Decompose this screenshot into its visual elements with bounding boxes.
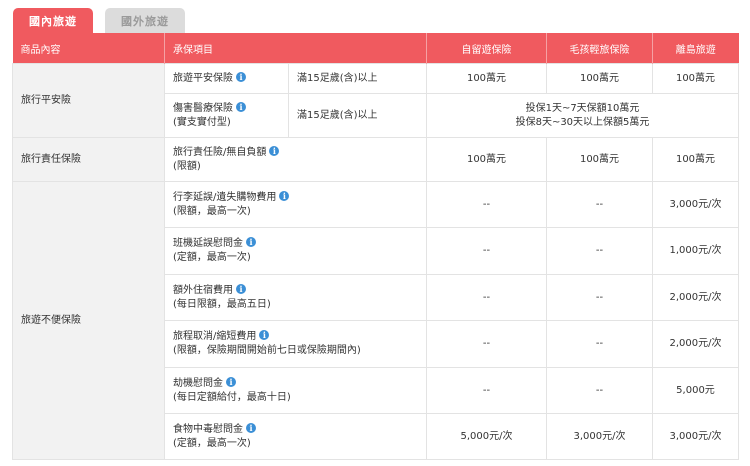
item-note: (限額) <box>173 160 201 172</box>
item-cell: 旅遊平安保險 i <box>164 63 289 94</box>
value-plan2: 100萬元 <box>546 63 653 94</box>
item-cell: 班機延誤慰問金 i (定額，最高一次) <box>164 227 427 275</box>
value-plan3: 3,000元/次 <box>652 181 739 228</box>
category-cell: 旅行責任保險 <box>12 137 165 182</box>
header-product: 商品內容 <box>12 33 165 64</box>
value-plan2: -- <box>546 367 653 414</box>
value-plan1: 100萬元 <box>426 137 547 182</box>
info-icon[interactable]: i <box>236 283 246 294</box>
value-plan1: -- <box>426 274 547 321</box>
item-label: 旅遊平安保險 <box>173 72 233 84</box>
item-cell: 額外住宿費用 i (每日限額，最高五日) <box>164 274 427 321</box>
info-icon[interactable]: i <box>246 237 256 247</box>
value-plan2: -- <box>546 227 653 275</box>
item-note: (限額，最高一次) <box>173 205 251 217</box>
info-icon[interactable]: i <box>259 330 270 340</box>
coverage-table: 商品內容 承保項目 自留遊保險 毛孩輕旅保險 離島旅遊 旅行平安險 旅遊平安保險… <box>12 33 739 460</box>
value-plan3: 2,000元/次 <box>652 274 739 321</box>
item-cell: 傷害醫療保險 i (實支實付型) <box>164 93 289 138</box>
value-plan3: 2,000元/次 <box>652 320 739 368</box>
condition-cell: 滿15足歲(含)以上 <box>288 93 427 138</box>
table-header-row: 商品內容 承保項目 自留遊保險 毛孩輕旅保險 離島旅遊 <box>12 33 739 64</box>
item-note: (實支實付型) <box>173 116 231 128</box>
header-coverage: 承保項目 <box>164 33 427 64</box>
value-plan2: -- <box>546 274 653 321</box>
merged-line-1: 投保1天~7天保額10萬元 <box>525 102 640 114</box>
value-plan3: 1,000元/次 <box>652 227 739 275</box>
info-icon[interactable]: i <box>269 145 280 156</box>
item-cell: 食物中毒慰問金 i (定額，最高一次) <box>164 413 427 460</box>
value-plan1: -- <box>426 181 547 228</box>
item-note: (每日限額，最高五日) <box>173 298 271 310</box>
item-label: 行李延誤/遺失購物費用 <box>173 191 277 203</box>
info-icon[interactable]: i <box>279 190 290 201</box>
header-plan1: 自留遊保險 <box>426 33 547 64</box>
value-plan2: -- <box>546 181 653 228</box>
item-note: (限額，保險期間開始前七日或保險期間內) <box>173 345 361 356</box>
info-icon[interactable]: i <box>236 101 246 112</box>
info-icon[interactable]: i <box>226 376 236 387</box>
item-label: 旅程取消/縮短費用 <box>173 331 257 342</box>
merged-value-cell: 投保1天~7天保額10萬元 投保8天~30天以上保額5萬元 <box>426 93 739 138</box>
header-plan3: 離島旅遊 <box>652 33 739 64</box>
item-note: (定額，最高一次) <box>173 252 251 263</box>
value-plan1: -- <box>426 227 547 275</box>
condition-cell: 滿15足歲(含)以上 <box>288 63 427 94</box>
value-plan2: -- <box>546 320 653 368</box>
info-icon[interactable]: i <box>236 71 246 82</box>
value-plan3: 3,000元/次 <box>652 413 739 460</box>
item-label: 旅行責任險/無自負額 <box>173 146 267 158</box>
tab-overseas[interactable]: 國外旅遊 <box>105 8 185 34</box>
header-plan2: 毛孩輕旅保險 <box>546 33 653 64</box>
table-row: 旅遊不便保險 行李延誤/遺失購物費用 i (限額，最高一次) -- -- 3,00… <box>12 181 739 460</box>
item-note: (每日定額給付，最高十日) <box>173 391 291 403</box>
tab-domestic[interactable]: 國內旅遊 <box>13 8 93 34</box>
merged-line-2: 投保8天~30天以上保額5萬元 <box>515 116 650 128</box>
value-plan3: 5,000元 <box>652 367 739 414</box>
item-label: 班機延誤慰問金 <box>173 238 243 249</box>
item-cell: 行李延誤/遺失購物費用 i (限額，最高一次) <box>164 181 427 228</box>
category-cell: 旅行平安險 <box>12 63 165 138</box>
item-label: 食物中毒慰問金 <box>173 423 243 435</box>
item-label: 劫機慰問金 <box>173 377 223 389</box>
item-label: 額外住宿費用 <box>173 284 233 296</box>
table-row: 旅行平安險 旅遊平安保險 i 滿15足歲(含)以上 100萬元 100萬元 100… <box>12 63 739 138</box>
item-cell: 旅程取消/縮短費用 i (限額，保險期間開始前七日或保險期間內) <box>164 320 427 368</box>
value-plan1: -- <box>426 367 547 414</box>
item-cell: 旅行責任險/無自負額 i (限額) <box>164 137 427 182</box>
value-plan1: -- <box>426 320 547 368</box>
category-cell: 旅遊不便保險 <box>12 181 165 460</box>
value-plan2: 3,000元/次 <box>546 413 653 460</box>
table-row: 旅行責任保險 旅行責任險/無自負額 i (限額) 100萬元 100萬元 100萬… <box>12 137 739 182</box>
item-note: (定額，最高一次) <box>173 437 251 449</box>
value-plan3: 100萬元 <box>652 63 739 94</box>
value-plan2: 100萬元 <box>546 137 653 182</box>
item-cell: 劫機慰問金 i (每日定額給付，最高十日) <box>164 367 427 414</box>
value-plan3: 100萬元 <box>652 137 739 182</box>
info-icon[interactable]: i <box>246 422 256 433</box>
item-label: 傷害醫療保險 <box>173 102 233 114</box>
value-plan1: 100萬元 <box>426 63 547 94</box>
value-plan1: 5,000元/次 <box>426 413 547 460</box>
